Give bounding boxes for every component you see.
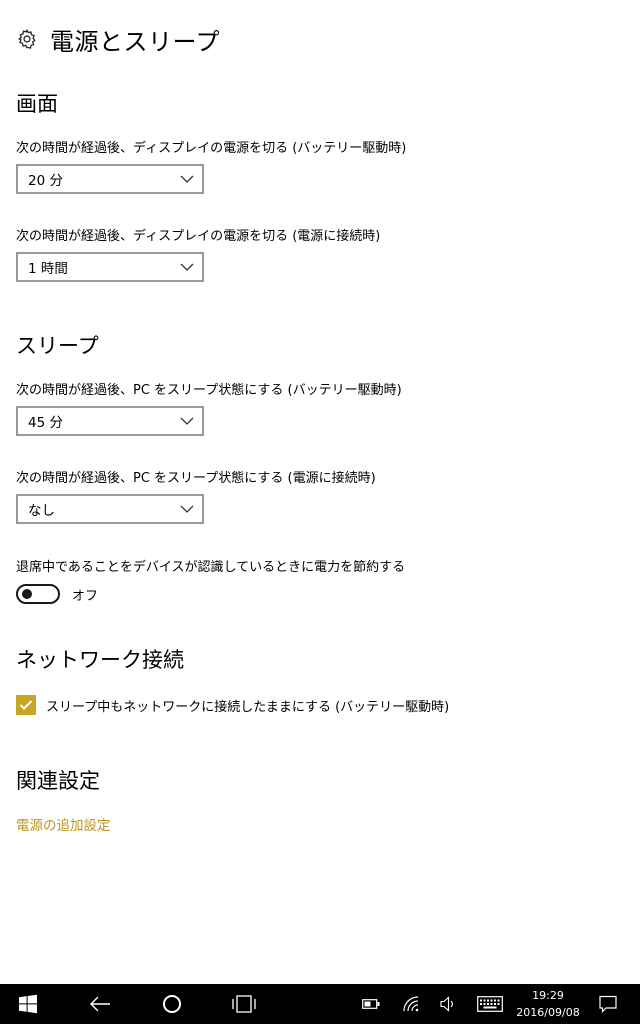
chevron-down-icon <box>180 417 194 425</box>
clock-time: 19:29 <box>532 989 564 1002</box>
section-title-network: ネットワーク接続 <box>16 648 184 672</box>
section-title-related: 関連設定 <box>16 769 100 793</box>
screen-battery-dropdown[interactable]: 20 分 <box>16 164 204 194</box>
back-arrow-icon[interactable] <box>86 984 114 1024</box>
network-standby-checkbox[interactable] <box>16 695 36 715</box>
checkmark-icon <box>19 700 33 710</box>
settings-window: 電源とスリープ 画面 次の時間が経過後、ディスプレイの電源を切る (バッテリー駆… <box>0 0 640 1024</box>
clock-date: 2016/09/08 <box>516 1006 580 1019</box>
dropdown-value: 20 分 <box>28 173 63 189</box>
taskbar: 19:29 2016/09/08 <box>0 984 640 1024</box>
notification-center-icon[interactable] <box>596 984 620 1024</box>
taskbar-clock[interactable]: 19:29 2016/09/08 <box>510 987 586 1021</box>
network-checkbox-row: スリープ中もネットワークに接続したままにする (バッテリー駆動時) <box>16 694 449 716</box>
windows-start-icon[interactable] <box>14 984 42 1024</box>
gear-icon <box>18 28 36 49</box>
chevron-down-icon <box>180 505 194 513</box>
screen-plugged-dropdown[interactable]: 1 時間 <box>16 252 204 282</box>
toggle-knob <box>22 589 32 599</box>
away-power-label: 退席中であることをデバイスが認識しているときに電力を節約する <box>16 560 406 575</box>
additional-power-settings-link[interactable]: 電源の追加設定 <box>16 814 111 834</box>
battery-icon[interactable] <box>360 984 382 1024</box>
away-power-toggle[interactable] <box>16 584 60 604</box>
section-title-sleep: スリープ <box>16 334 99 358</box>
wifi-icon[interactable] <box>400 984 422 1024</box>
chevron-down-icon <box>180 175 194 183</box>
away-power-toggle-row: オフ <box>16 583 98 605</box>
screen-plugged-label: 次の時間が経過後、ディスプレイの電源を切る (電源に接続時) <box>16 229 381 244</box>
sleep-battery-dropdown[interactable]: 45 分 <box>16 406 204 436</box>
page-title: 電源とスリープ <box>50 27 221 56</box>
search-circle-icon[interactable] <box>158 984 186 1024</box>
dropdown-value: 45 分 <box>28 415 63 431</box>
power-sleep-page: 電源とスリープ 画面 次の時間が経過後、ディスプレイの電源を切る (バッテリー駆… <box>0 0 640 984</box>
volume-icon[interactable] <box>438 984 460 1024</box>
toggle-state-label: オフ <box>72 588 99 604</box>
dropdown-value: なし <box>28 503 55 519</box>
task-view-icon[interactable] <box>229 984 259 1024</box>
screen-battery-label: 次の時間が経過後、ディスプレイの電源を切る (バッテリー駆動時) <box>16 141 407 156</box>
dropdown-value: 1 時間 <box>28 261 68 277</box>
chevron-down-icon <box>180 263 194 271</box>
page-header: 電源とスリープ <box>16 20 220 58</box>
network-standby-label: スリープ中もネットワークに接続したままにする (バッテリー駆動時) <box>46 699 450 715</box>
sleep-plugged-dropdown[interactable]: なし <box>16 494 204 524</box>
sleep-battery-label: 次の時間が経過後、PC をスリープ状態にする (バッテリー駆動時) <box>16 383 402 398</box>
sleep-plugged-label: 次の時間が経過後、PC をスリープ状態にする (電源に接続時) <box>16 471 376 486</box>
section-title-screen: 画面 <box>16 92 58 116</box>
touch-keyboard-icon[interactable] <box>476 984 504 1024</box>
